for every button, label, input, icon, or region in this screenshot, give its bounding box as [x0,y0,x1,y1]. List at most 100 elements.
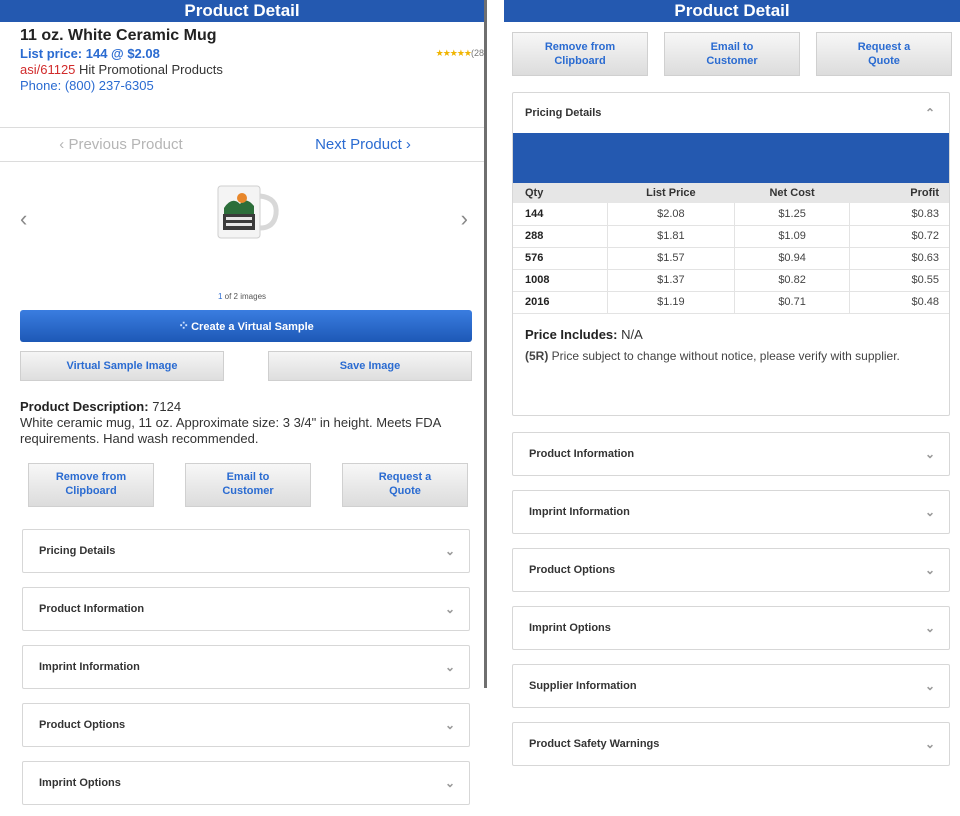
asi-number-link[interactable]: asi/61125 [20,62,75,77]
section-label: Pricing Details [525,107,602,119]
supplier-name: Hit Promotional Products [75,62,223,77]
table-row: 576 $1.57 $0.94 $0.63 [513,247,949,270]
table-cell: $1.09 [734,225,851,248]
request-quote-button[interactable]: Request a Quote [816,32,952,76]
remove-label-line2: Clipboard [554,55,606,67]
pricing-details-header[interactable]: Pricing Details ⌃ [513,93,949,133]
pricing-banner [513,133,949,183]
remove-label-line1: Remove from [544,41,616,53]
rating-count: (28 [470,48,484,58]
description-text: White ceramic mug, 11 oz. Approximate si… [20,415,441,446]
request-quote-button[interactable]: Request a Quote [342,463,468,507]
previous-product-button[interactable]: ‹ Previous Product [0,128,242,161]
table-cell: $0.82 [734,269,851,292]
product-actions: Remove from Clipboard Email to Customer … [28,463,468,507]
quote-label-line1: Request a [378,471,432,483]
table-row: 144 $2.08 $1.25 $0.83 [513,203,949,226]
price-includes-label: Price Includes: [525,326,618,342]
chevron-down-icon: ⌄ [924,679,935,693]
create-virtual-sample-button[interactable]: ⁘ Create a Virtual Sample [20,310,472,342]
product-actions: Remove from Clipboard Email to Customer … [512,32,952,76]
chevron-down-icon: ⌄ [924,505,935,519]
section-label: Imprint Information [39,661,140,673]
email-to-customer-button[interactable]: Email to Customer [664,32,800,76]
section-imprint-information[interactable]: Imprint Information ⌄ [22,645,470,689]
section-product-options[interactable]: Product Options ⌄ [22,703,470,747]
description-id: 7124 [148,399,182,414]
remove-from-clipboard-button[interactable]: Remove from Clipboard [28,463,154,507]
quote-label-line2: Quote [389,485,421,497]
supplier-line: asi/61125 Hit Promotional Products [20,62,472,78]
table-cell: $0.83 [849,203,949,226]
chevron-down-icon: ⌄ [444,602,455,616]
section-label: Product Information [39,603,145,615]
chevron-up-icon: ⌃ [924,106,935,120]
section-imprint-information[interactable]: Imprint Information ⌄ [512,490,950,534]
column-header: Profit [849,183,949,203]
table-cell: $0.48 [849,291,949,314]
product-detail-panel-right: Product Detail Remove from Clipboard Ema… [504,0,960,816]
rating[interactable]: ★★★★★(28 [436,48,484,59]
image-counter: 1 of 2 images [0,292,484,301]
table-cell: 1008 [513,269,609,292]
email-to-customer-button[interactable]: Email to Customer [185,463,311,507]
email-label-line1: Email to [226,471,270,483]
table-cell: $2.08 [607,203,735,226]
email-label-line2: Customer [222,485,274,497]
pricing-details-expanded: Pricing Details ⌃ Qty List Price Net Cos… [512,92,950,416]
column-header: Qty [513,183,608,203]
scrollbar[interactable] [484,0,487,688]
product-navigation: ‹ Previous Product Next Product › [0,128,484,162]
price-note: (5R) Price subject to change without not… [525,349,937,364]
section-imprint-options[interactable]: Imprint Options ⌄ [22,761,470,805]
section-product-information[interactable]: Product Information ⌄ [22,587,470,631]
chevron-down-icon: ⌄ [924,447,935,461]
table-row: 2016 $1.19 $0.71 $0.48 [513,291,949,314]
remove-label-line1: Remove from [55,471,127,483]
product-name: 11 oz. White Ceramic Mug [20,27,217,44]
chevron-down-icon: ⌄ [924,737,935,751]
save-image-button[interactable]: Save Image [268,351,472,381]
remove-label-line2: Clipboard [65,485,117,497]
gallery-prev-arrow-icon[interactable]: ‹ [20,206,27,232]
chevron-down-icon: ⌄ [444,776,455,790]
section-label: Supplier Information [529,680,637,692]
pricing-table: Qty List Price Net Cost Profit 144 $2.08… [513,183,949,314]
email-label-line1: Email to [710,41,754,53]
section-imprint-options[interactable]: Imprint Options ⌄ [512,606,950,650]
table-cell: $1.81 [607,225,735,248]
chevron-down-icon: ⌄ [924,563,935,577]
section-product-information[interactable]: Product Information ⌄ [512,432,950,476]
phone-link[interactable]: Phone: (800) 237-6305 [20,78,472,94]
chevron-down-icon: ⌄ [444,718,455,732]
chevron-down-icon: ⌄ [444,660,455,674]
remove-from-clipboard-button[interactable]: Remove from Clipboard [512,32,648,76]
table-cell: $1.57 [607,247,735,270]
price-note-text: Price subject to change without notice, … [548,348,900,363]
chevron-down-icon: ⌄ [924,621,935,635]
table-cell: 144 [513,203,609,226]
image-counter-total: of 2 images [222,292,267,301]
product-description: Product Description: 7124 White ceramic … [20,399,472,447]
table-cell: $0.72 [849,225,949,248]
price-includes: Price Includes: N/A [525,327,937,343]
table-row: 288 $1.81 $1.09 $0.72 [513,225,949,248]
product-image [217,185,279,239]
price-note-code: (5R) [525,348,549,363]
section-pricing-details[interactable]: Pricing Details ⌄ [22,529,470,573]
virtual-sample-image-button[interactable]: Virtual Sample Image [20,351,224,381]
section-label: Product Options [529,564,616,576]
column-header: Net Cost [734,183,850,203]
email-label-line2: Customer [706,55,758,67]
section-product-options[interactable]: Product Options ⌄ [512,548,950,592]
section-label: Product Information [529,448,635,460]
gallery-next-arrow-icon[interactable]: › [461,206,468,232]
product-header: 11 oz. White Ceramic Mug ★★★★★(28 List p… [0,22,484,128]
sparkle-icon: ⁘ [178,318,190,333]
section-label: Product Safety Warnings [529,738,660,750]
section-supplier-information[interactable]: Supplier Information ⌄ [512,664,950,708]
next-product-button[interactable]: Next Product › [242,128,484,161]
page-title: Product Detail [504,0,960,22]
image-actions: Virtual Sample Image Save Image [20,351,472,381]
section-product-safety-warnings[interactable]: Product Safety Warnings ⌄ [512,722,950,766]
